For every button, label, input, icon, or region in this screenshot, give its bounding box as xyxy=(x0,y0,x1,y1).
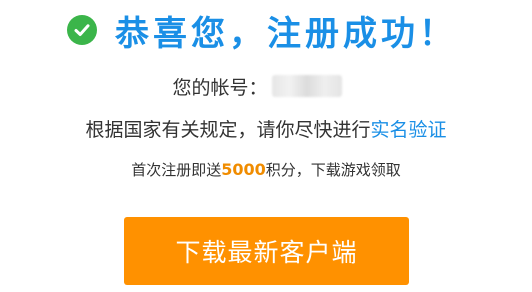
success-header: 恭喜您，注册成功！ xyxy=(0,6,532,54)
bonus-prefix: 首次注册即送 xyxy=(131,160,222,179)
real-name-notice: 根据国家有关规定，请你尽快进行 实名验证 xyxy=(0,114,532,142)
account-value-masked xyxy=(271,75,342,97)
check-circle-icon xyxy=(67,15,97,45)
bonus-info: 首次注册即送 5000 积分，下载游戏领取 xyxy=(0,156,532,182)
notice-text: 根据国家有关规定，请你尽快进行 xyxy=(85,118,371,141)
bonus-suffix: 积分，下载游戏领取 xyxy=(265,160,401,179)
account-label: 您的帐号： xyxy=(172,76,268,99)
account-info: 您的帐号： xyxy=(0,72,532,100)
page-title: 恭喜您，注册成功！ xyxy=(115,13,457,54)
real-name-verification-link[interactable]: 实名验证 xyxy=(371,115,447,142)
registration-success-panel: 恭喜您，注册成功！ 您的帐号： 根据国家有关规定，请你尽快进行 实名验证 首次注册… xyxy=(0,0,532,292)
download-client-button[interactable]: 下载最新客户端 xyxy=(124,217,409,285)
bonus-points: 5000 xyxy=(221,159,266,179)
